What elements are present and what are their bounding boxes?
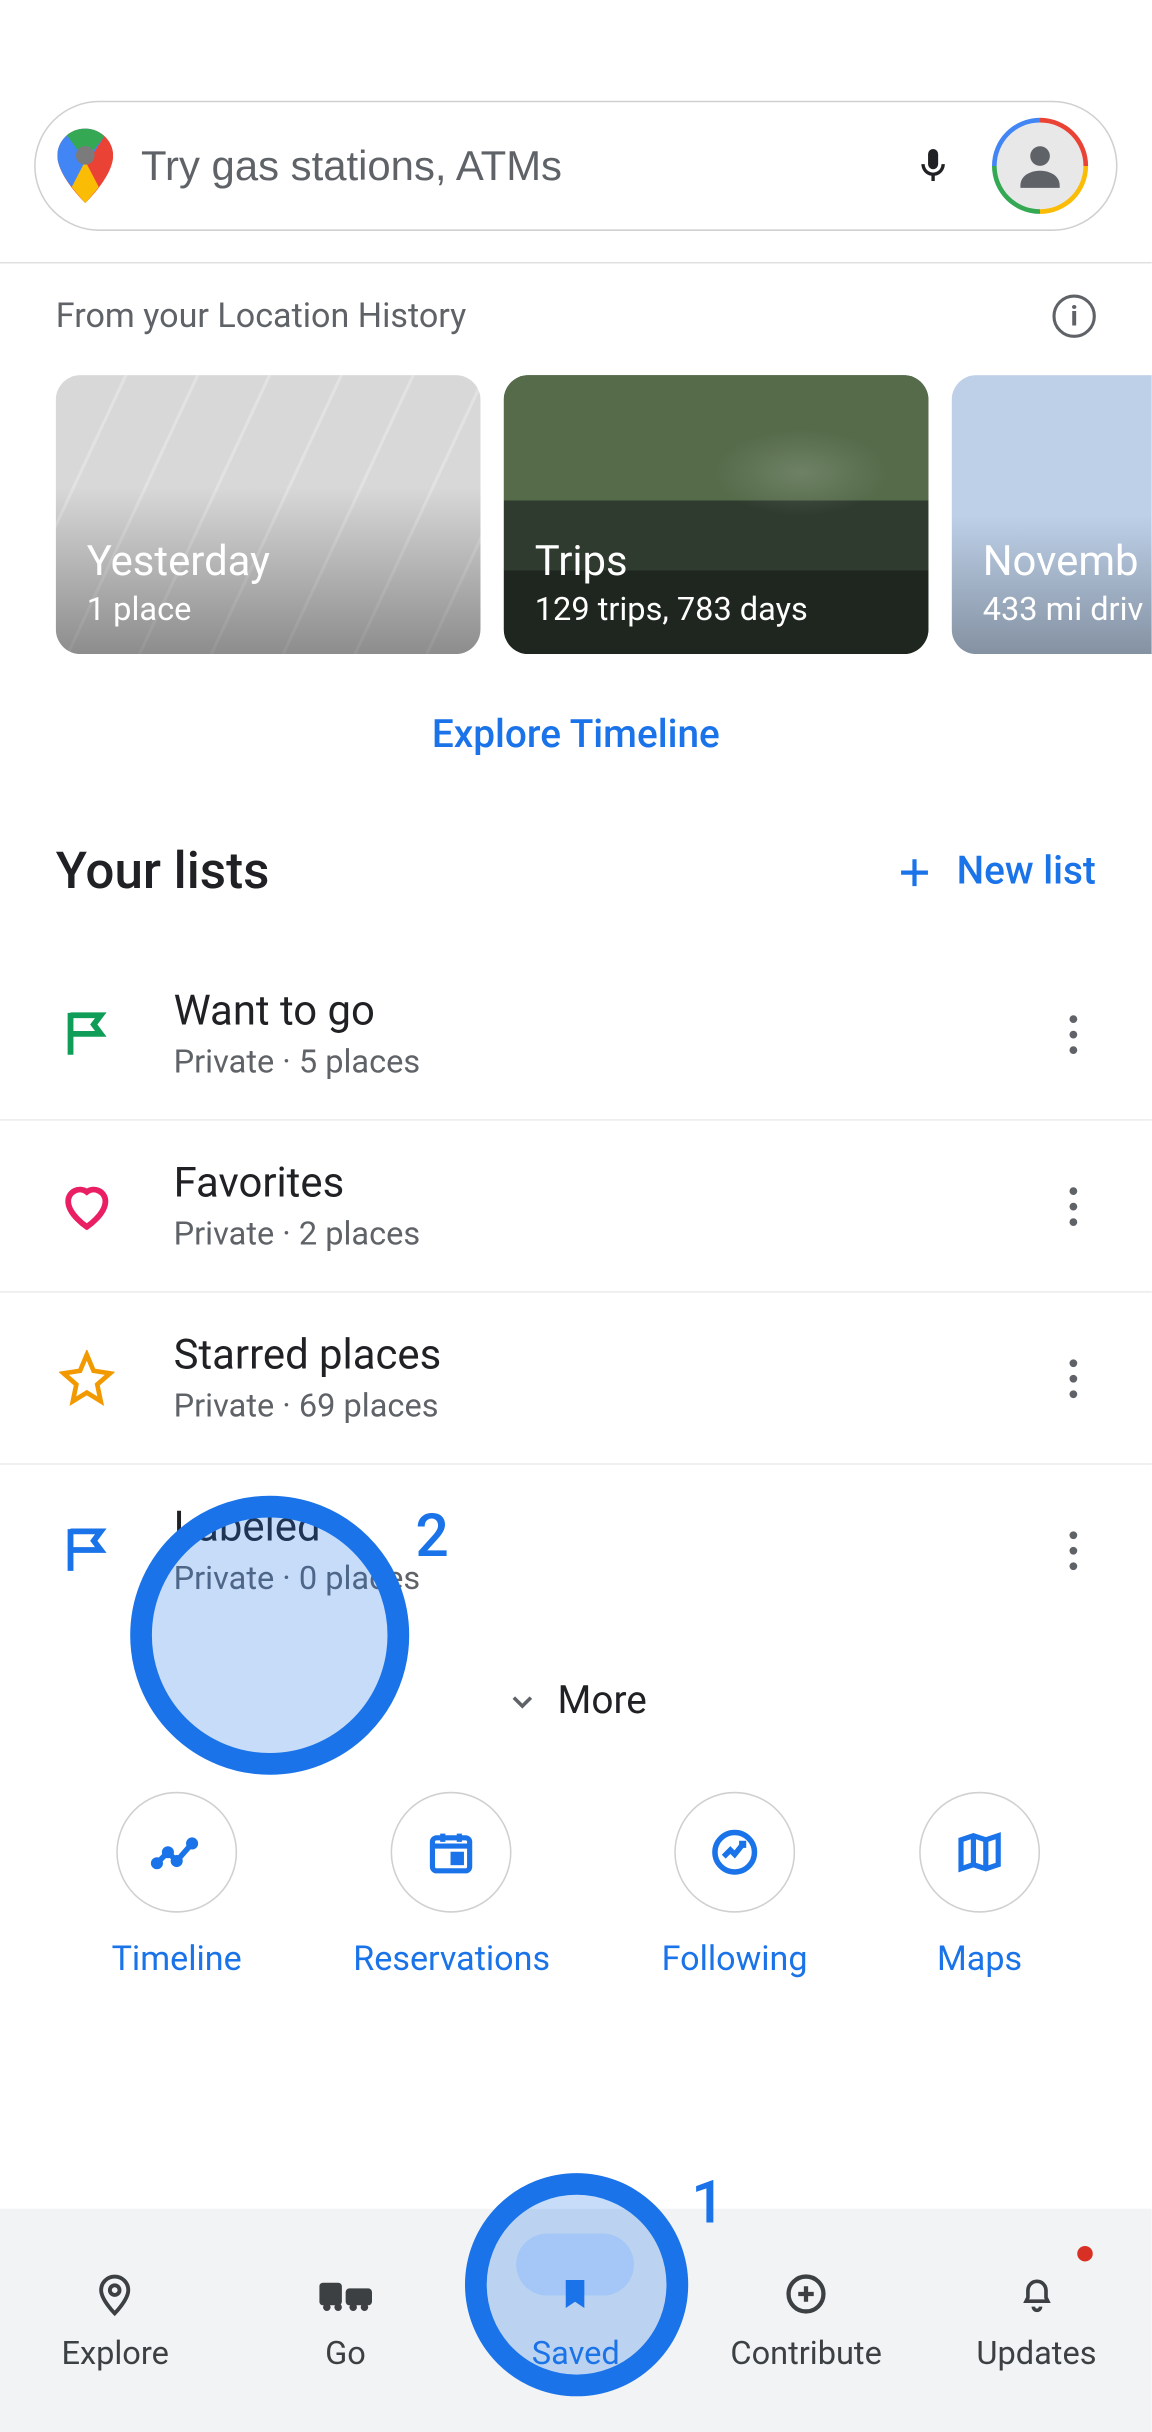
more-options-icon[interactable] [1049, 1359, 1096, 1398]
list-row-starred[interactable]: Starred places Private · 69 places [0, 1293, 1152, 1465]
card-subtitle: 129 trips, 783 days [535, 592, 898, 629]
bottom-nav: Explore Go Saved Contribute Updates [0, 2209, 1152, 2432]
nav-explore[interactable]: Explore [0, 2209, 230, 2432]
maps-logo-icon [57, 129, 113, 203]
more-options-icon[interactable] [1049, 1014, 1096, 1053]
nav-contribute[interactable]: Contribute [691, 2209, 921, 2432]
list-meta: Private · 0 places [174, 1561, 994, 1598]
following-icon [708, 1826, 761, 1879]
list-name: Want to go [174, 986, 994, 1036]
shortcut-timeline[interactable]: Timeline [112, 1792, 242, 1980]
explore-timeline-link[interactable]: Explore Timeline [0, 654, 1152, 842]
card-title: Yesterday [87, 536, 450, 586]
shortcut-label: Reservations [353, 1941, 550, 1980]
new-list-button[interactable]: New list [895, 849, 1096, 894]
search-header [0, 0, 1152, 262]
nav-label: Go [325, 2336, 366, 2373]
shortcut-reservations[interactable]: Reservations [353, 1792, 550, 1980]
card-title: Novemb [983, 536, 1152, 586]
timeline-cards: Yesterday 1 place Trips 129 trips, 783 d… [0, 338, 1152, 654]
more-options-icon[interactable] [1049, 1531, 1096, 1570]
nav-label: Explore [61, 2336, 168, 2373]
map-icon [955, 1827, 1005, 1877]
nav-go[interactable]: Go [230, 2209, 460, 2432]
flag-icon [56, 1003, 118, 1065]
shortcut-following[interactable]: Following [662, 1792, 808, 1980]
star-icon [56, 1347, 118, 1409]
bell-icon [1010, 2268, 1063, 2321]
shortcut-maps[interactable]: Maps [919, 1792, 1040, 1980]
list-row-labeled[interactable]: Labeled Private · 0 places [0, 1465, 1152, 1636]
list-name: Favorites [174, 1158, 994, 1208]
nav-label: Contribute [730, 2336, 881, 2373]
more-lists-button[interactable]: More [0, 1635, 1152, 1792]
card-subtitle: 1 place [87, 592, 450, 629]
nav-saved[interactable]: Saved [461, 2209, 691, 2432]
list-name: Starred places [174, 1330, 994, 1380]
search-bar[interactable] [34, 101, 1117, 231]
list-meta: Private · 69 places [174, 1389, 994, 1426]
more-options-icon[interactable] [1049, 1187, 1096, 1226]
account-avatar[interactable] [992, 118, 1088, 214]
visited-subtitle: From your Location History [56, 297, 466, 336]
nav-updates[interactable]: Updates [921, 2209, 1151, 2432]
list-meta: Private · 5 places [174, 1045, 994, 1082]
lists-header: Your lists New list [0, 842, 1152, 918]
plus-icon [895, 852, 935, 892]
list-row-favorites[interactable]: Favorites Private · 2 places [0, 1121, 1152, 1293]
bookmark-icon [549, 2268, 602, 2321]
heart-icon [56, 1175, 118, 1237]
flag-icon [56, 1519, 118, 1581]
shortcut-label: Following [662, 1941, 808, 1980]
person-icon [997, 122, 1084, 209]
shortcut-row: Timeline Reservations Following Maps [0, 1792, 1152, 2042]
visited-subtitle-row: From your Location History i [56, 264, 1096, 338]
notification-dot-icon [1077, 2246, 1093, 2262]
plus-circle-icon [780, 2268, 833, 2321]
list-name: Labeled [174, 1502, 994, 1552]
more-label: More [558, 1679, 647, 1724]
new-list-label: New list [957, 849, 1096, 894]
shortcut-label: Timeline [112, 1941, 242, 1980]
info-icon[interactable]: i [1052, 295, 1095, 338]
list-meta: Private · 2 places [174, 1217, 994, 1254]
mic-icon[interactable] [902, 135, 964, 197]
commute-icon [319, 2268, 372, 2321]
timeline-icon [150, 1826, 203, 1879]
card-title: Trips [535, 536, 898, 586]
search-input[interactable] [141, 142, 874, 190]
calendar-icon [427, 1827, 477, 1877]
shortcut-label: Maps [937, 1941, 1022, 1980]
chevron-down-icon [505, 1684, 539, 1718]
nav-label: Saved [532, 2336, 620, 2373]
list-row-want-to-go[interactable]: Want to go Private · 5 places [0, 949, 1152, 1121]
timeline-card-november[interactable]: Novemb 433 mi driv [952, 375, 1152, 654]
pin-icon [89, 2268, 142, 2321]
lists-title: Your lists [56, 842, 270, 902]
timeline-card-trips[interactable]: Trips 129 trips, 783 days [504, 375, 929, 654]
lists: Want to go Private · 5 places Favorites … [0, 918, 1152, 1636]
nav-label: Updates [976, 2336, 1096, 2373]
card-subtitle: 433 mi driv [983, 592, 1152, 629]
timeline-card-yesterday[interactable]: Yesterday 1 place [56, 375, 481, 654]
